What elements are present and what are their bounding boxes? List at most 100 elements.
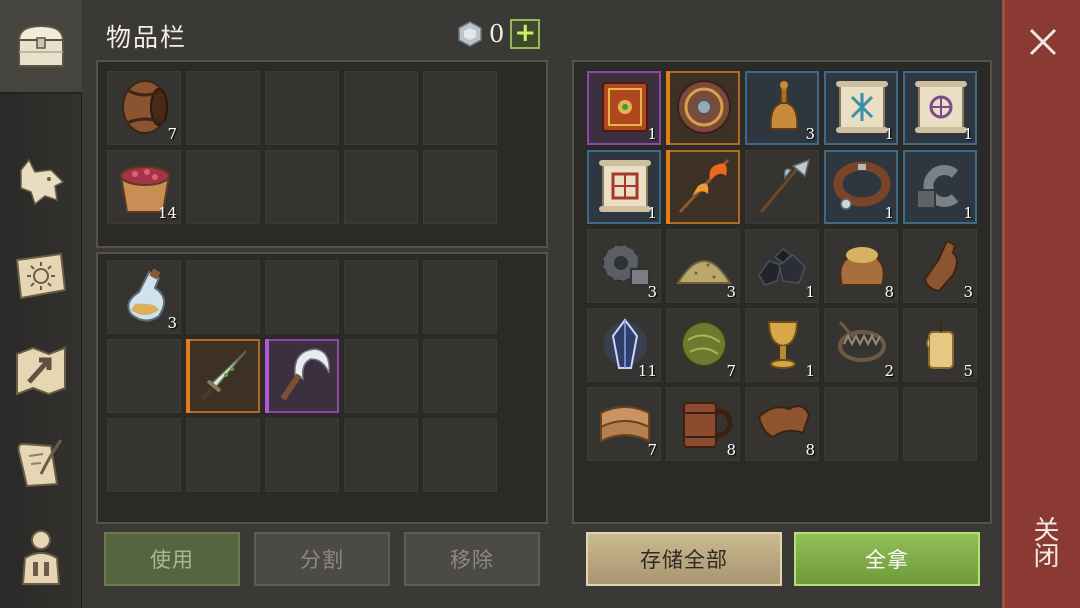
storage-slot[interactable]: 8 bbox=[744, 386, 820, 462]
storage-slot[interactable] bbox=[744, 149, 820, 225]
close-icon[interactable] bbox=[1023, 22, 1063, 62]
rarity-stripe bbox=[666, 71, 670, 145]
storage-slot[interactable]: 1 bbox=[744, 228, 820, 304]
inventory-slot[interactable] bbox=[343, 417, 419, 493]
split-button[interactable]: 分割 bbox=[254, 532, 390, 586]
storage-slot[interactable]: 1 bbox=[586, 70, 662, 146]
inventory-slot[interactable] bbox=[422, 338, 498, 414]
storage-slot[interactable]: 7 bbox=[586, 386, 662, 462]
inventory-slot[interactable]: 3 bbox=[106, 259, 182, 335]
inventory-slot[interactable] bbox=[264, 70, 340, 146]
flaming-spear-icon bbox=[678, 158, 730, 214]
inventory-slot[interactable] bbox=[185, 417, 261, 493]
item-count: 8 bbox=[805, 441, 815, 459]
tab-map[interactable] bbox=[6, 330, 76, 410]
item-count: 1 bbox=[805, 283, 815, 301]
storage-slot[interactable] bbox=[902, 386, 978, 462]
quest-scroll-icon bbox=[17, 439, 63, 488]
add-currency-button[interactable]: + bbox=[510, 19, 541, 49]
inventory-slot[interactable] bbox=[185, 149, 261, 225]
inventory-slot[interactable] bbox=[343, 70, 419, 146]
inventory-slot[interactable]: 14 bbox=[106, 149, 182, 225]
storage-slot[interactable] bbox=[823, 386, 899, 462]
rarity-stripe bbox=[186, 339, 190, 413]
item-count: 3 bbox=[167, 314, 177, 332]
inventory-slot[interactable] bbox=[422, 259, 498, 335]
close-label: 关闭 bbox=[1029, 516, 1059, 568]
item-count: 1 bbox=[647, 125, 657, 143]
inventory-slot[interactable] bbox=[185, 259, 261, 335]
grain-sack-icon bbox=[839, 247, 885, 286]
storage-slot[interactable]: 3 bbox=[902, 228, 978, 304]
wooden-barrel-icon bbox=[122, 80, 168, 134]
storage-slot[interactable]: 3 bbox=[744, 70, 820, 146]
inventory-slot[interactable] bbox=[185, 70, 261, 146]
dagger-icon bbox=[200, 350, 247, 401]
leather-bottle-icon bbox=[923, 239, 958, 293]
close-panel[interactable]: 关闭 bbox=[1002, 0, 1080, 608]
storage-slot[interactable]: 3 bbox=[665, 228, 741, 304]
inventory-slot[interactable] bbox=[343, 338, 419, 414]
leather-collar-icon bbox=[833, 161, 891, 210]
item-count: 14 bbox=[157, 204, 177, 222]
gear-parts-icon bbox=[602, 244, 650, 286]
blue-rune-scroll-icon bbox=[836, 81, 888, 133]
inventory-slot[interactable] bbox=[264, 417, 340, 493]
page-title: 物品栏 bbox=[106, 23, 188, 52]
storage-slot[interactable]: 7 bbox=[665, 307, 741, 383]
tab-quests[interactable] bbox=[6, 424, 76, 504]
storage-slot[interactable]: 5 bbox=[902, 307, 978, 383]
inventory-slot[interactable] bbox=[264, 259, 340, 335]
inventory-grid-bottom: 3 bbox=[106, 259, 498, 493]
ornate-book-icon bbox=[602, 82, 648, 132]
inventory-slot[interactable] bbox=[422, 149, 498, 225]
tab-character[interactable] bbox=[6, 516, 76, 596]
chest-icon bbox=[17, 24, 65, 67]
sidebar bbox=[0, 0, 82, 608]
storage-slot[interactable]: 2 bbox=[823, 307, 899, 383]
storage-slot[interactable] bbox=[665, 149, 741, 225]
item-count: 7 bbox=[647, 441, 657, 459]
storage-slot[interactable]: 1 bbox=[744, 307, 820, 383]
bear-trap-icon bbox=[838, 321, 886, 362]
store-all-button[interactable]: 存储全部 bbox=[586, 532, 782, 586]
item-count: 2 bbox=[884, 362, 894, 380]
halberd-icon bbox=[759, 158, 811, 213]
item-count: 8 bbox=[884, 283, 894, 301]
item-count: 7 bbox=[167, 125, 177, 143]
tab-pets[interactable] bbox=[6, 142, 76, 222]
inventory-slot[interactable] bbox=[185, 338, 261, 414]
storage-slot[interactable]: 1 bbox=[902, 70, 978, 146]
storage-slot[interactable]: 1 bbox=[823, 70, 899, 146]
inventory-slot[interactable] bbox=[422, 70, 498, 146]
storage-slot[interactable]: 3 bbox=[586, 228, 662, 304]
tab-inventory[interactable] bbox=[0, 0, 82, 94]
wax-candle-icon bbox=[926, 322, 954, 369]
take-all-button[interactable]: 全拿 bbox=[794, 532, 980, 586]
storage-slot[interactable]: 1 bbox=[823, 149, 899, 225]
bronze-bell-icon bbox=[769, 81, 799, 130]
inventory-slot[interactable] bbox=[343, 149, 419, 225]
inventory-slot[interactable] bbox=[343, 259, 419, 335]
remove-button[interactable]: 移除 bbox=[404, 532, 540, 586]
item-count: 3 bbox=[726, 283, 736, 301]
storage-slot[interactable]: 8 bbox=[823, 228, 899, 304]
tab-skills[interactable] bbox=[6, 236, 76, 316]
storage-slot[interactable]: 1 bbox=[586, 149, 662, 225]
inventory-slot[interactable] bbox=[264, 149, 340, 225]
storage-slot[interactable]: 1 bbox=[902, 149, 978, 225]
storage-slot[interactable]: 11 bbox=[586, 307, 662, 383]
purple-rune-scroll-icon bbox=[915, 81, 967, 133]
cloth-roll-icon bbox=[600, 406, 650, 443]
inventory-slot[interactable] bbox=[106, 338, 182, 414]
herb-ball-icon bbox=[681, 321, 727, 367]
item-count: 1 bbox=[805, 362, 815, 380]
use-button[interactable]: 使用 bbox=[104, 532, 240, 586]
inventory-slot[interactable]: 7 bbox=[106, 70, 182, 146]
storage-slot[interactable] bbox=[665, 70, 741, 146]
inventory-slot[interactable] bbox=[422, 417, 498, 493]
storage-slot[interactable]: 8 bbox=[665, 386, 741, 462]
inventory-slot[interactable] bbox=[106, 417, 182, 493]
golden-goblet-icon bbox=[767, 321, 799, 369]
inventory-slot[interactable] bbox=[264, 338, 340, 414]
